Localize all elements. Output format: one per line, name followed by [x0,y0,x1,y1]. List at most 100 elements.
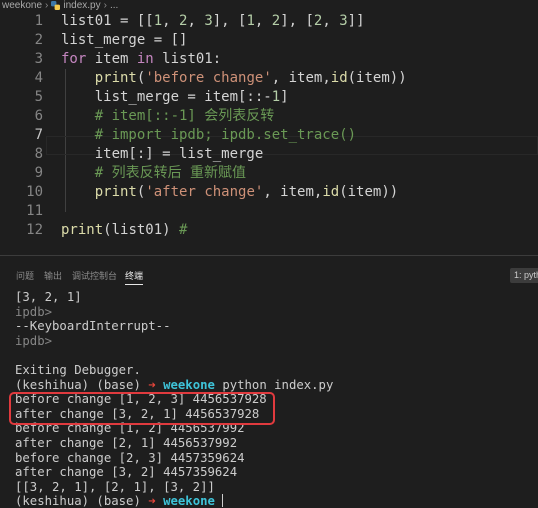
code-text: # 列表反转后 重新赋值 [61,164,246,183]
tab-problems[interactable]: 问题 [16,270,34,282]
code-line[interactable]: 8 item[:] = list_merge [0,145,538,164]
line-number: 6 [34,108,43,124]
line-number: 5 [34,89,43,105]
code-line[interactable]: 6 # item[::-1] 会列表反转 [0,107,538,126]
terminal-output-line: --KeyboardInterrupt-- [15,319,171,334]
code-token: for [61,51,87,67]
code-token: list_merge = [] [61,32,188,48]
code-token: list01: [153,51,222,67]
line-number: 7 [34,127,43,143]
terminal-output-line: ipdb> [15,333,53,348]
code-line[interactable]: 2 list_merge = [] [0,31,538,50]
code-token: # [179,222,188,238]
code-token: # import ipdb; ipdb.set_trace() [61,127,357,143]
panel-tab-bar: 问题 输出 调试控制台 终端 1: pyth [0,256,538,290]
terminal-output-line: after change [2, 1] 4456537992 [15,436,238,450]
terminal-output-line: ipdb> [15,304,53,319]
terminal-output-line: after change [3, 2] 4457359624 [15,465,238,480]
code-token: (list01) [103,222,180,238]
code-token: in [136,51,154,67]
terminal-select[interactable]: 1: pyth [510,268,538,283]
code-token: (item)) [347,70,407,86]
code-token: list01 = [[ [61,13,154,29]
code-token: list_merge = item[::- [61,89,272,105]
prompt-arrow-icon: ➜ [148,494,156,508]
line-number: 1 [34,13,43,29]
code-token: 'before change' [145,70,272,86]
annotation-highlight-box [9,392,275,425]
breadcrumb-file[interactable]: index.py [63,0,100,11]
code-token: print [94,184,137,200]
prompt-env: (keshihua) (base) [15,494,141,508]
code-text: for item in list01: [61,50,221,69]
code-line[interactable]: 5 list_merge = item[::-1] [0,88,538,107]
code-token: print [61,222,104,238]
code-token: 2 [271,13,281,29]
chevron-right-icon: › [103,0,107,11]
active-tab-indicator [125,284,143,285]
line-number: 11 [26,203,43,219]
code-token: , [322,13,340,29]
python-file-icon [51,1,61,10]
code-text: # import ipdb; ipdb.set_trace() [61,126,356,145]
code-token: 3 [204,13,213,29]
code-line[interactable]: 1 list01 = [[1, 2, 3], [1, 2], [2, 3]] [0,12,538,31]
code-text: list_merge = [] [61,31,187,50]
code-token: (item)) [339,184,399,200]
code-token: , item, [263,184,323,200]
code-token: 1 [246,13,255,29]
line-number: 9 [34,165,43,181]
code-token: # item[::-1] 会列表反转 [61,108,275,124]
code-token: 1 [153,13,163,29]
breadcrumb: weekone › index.py ›... [0,0,538,11]
code-token: item [86,51,137,67]
code-text: list01 = [[1, 2, 3], [1, 2], [2, 3]] [61,12,365,31]
code-text: print(list01) # [61,221,187,240]
breadcrumb-symbol[interactable]: ... [110,0,118,11]
code-line[interactable]: 4 print('before change', item,id(item)) [0,69,538,88]
code-token: , [254,13,272,29]
code-editor[interactable]: 1 list01 = [[1, 2, 3], [1, 2], [2, 3]] 2 li… [0,11,538,255]
prompt-env: (keshihua) (base) [15,377,141,392]
code-token: id [322,184,340,200]
line-number: 3 [34,51,43,67]
terminal-output-line: before change [2, 3] 4457359624 [15,450,245,465]
code-token: item[:] = list_merge [61,146,264,162]
code-line[interactable]: 9 # 列表反转后 重新赋值 [0,164,538,183]
code-token: id [330,70,348,86]
tab-output[interactable]: 输出 [44,270,62,282]
prompt-directory: weekone [163,494,215,508]
tab-debug-console[interactable]: 调试控制台 [72,270,117,282]
terminal-prompt-line: (keshihua) (base) ➜ weekone [15,494,224,508]
code-line[interactable]: 10 print('after change', item,id(item)) [0,183,538,202]
code-line[interactable]: 3 for item in list01: [0,50,538,69]
terminal-output-line: [[3, 2, 1], [2, 1], [3, 2]] [15,479,215,494]
code-line[interactable]: 12 print(list01) # [0,221,538,240]
code-token: , item, [271,70,331,86]
line-number: 2 [34,32,43,48]
code-text: print('after change', item,id(item)) [61,183,399,202]
breadcrumb-folder[interactable]: weekone [2,0,42,11]
tab-terminal[interactable]: 终端 [125,270,143,282]
line-number: 10 [26,184,43,200]
code-token: 3 [339,13,348,29]
chevron-right-icon: › [45,0,49,11]
terminal-output-line: [3, 2, 1] [15,290,82,304]
code-text: list_merge = item[::-1] [61,88,289,107]
code-line[interactable]: 11 [0,202,538,221]
code-line[interactable]: 7 # import ipdb; ipdb.set_trace() [0,126,538,145]
terminal-output-line: Exiting Debugger. [15,363,141,377]
code-text: item[:] = list_merge [61,145,264,164]
code-token: 1 [271,89,281,105]
code-token: print [94,70,137,86]
prompt-directory: weekone [163,377,215,392]
code-token: ] [280,89,289,105]
code-token: ], [ [280,13,314,29]
terminal-cursor [222,494,224,508]
code-token: 'after change' [145,184,264,200]
code-token: ], [ [212,13,247,29]
prompt-command: python index.py [222,377,334,392]
line-number: 8 [34,146,43,162]
